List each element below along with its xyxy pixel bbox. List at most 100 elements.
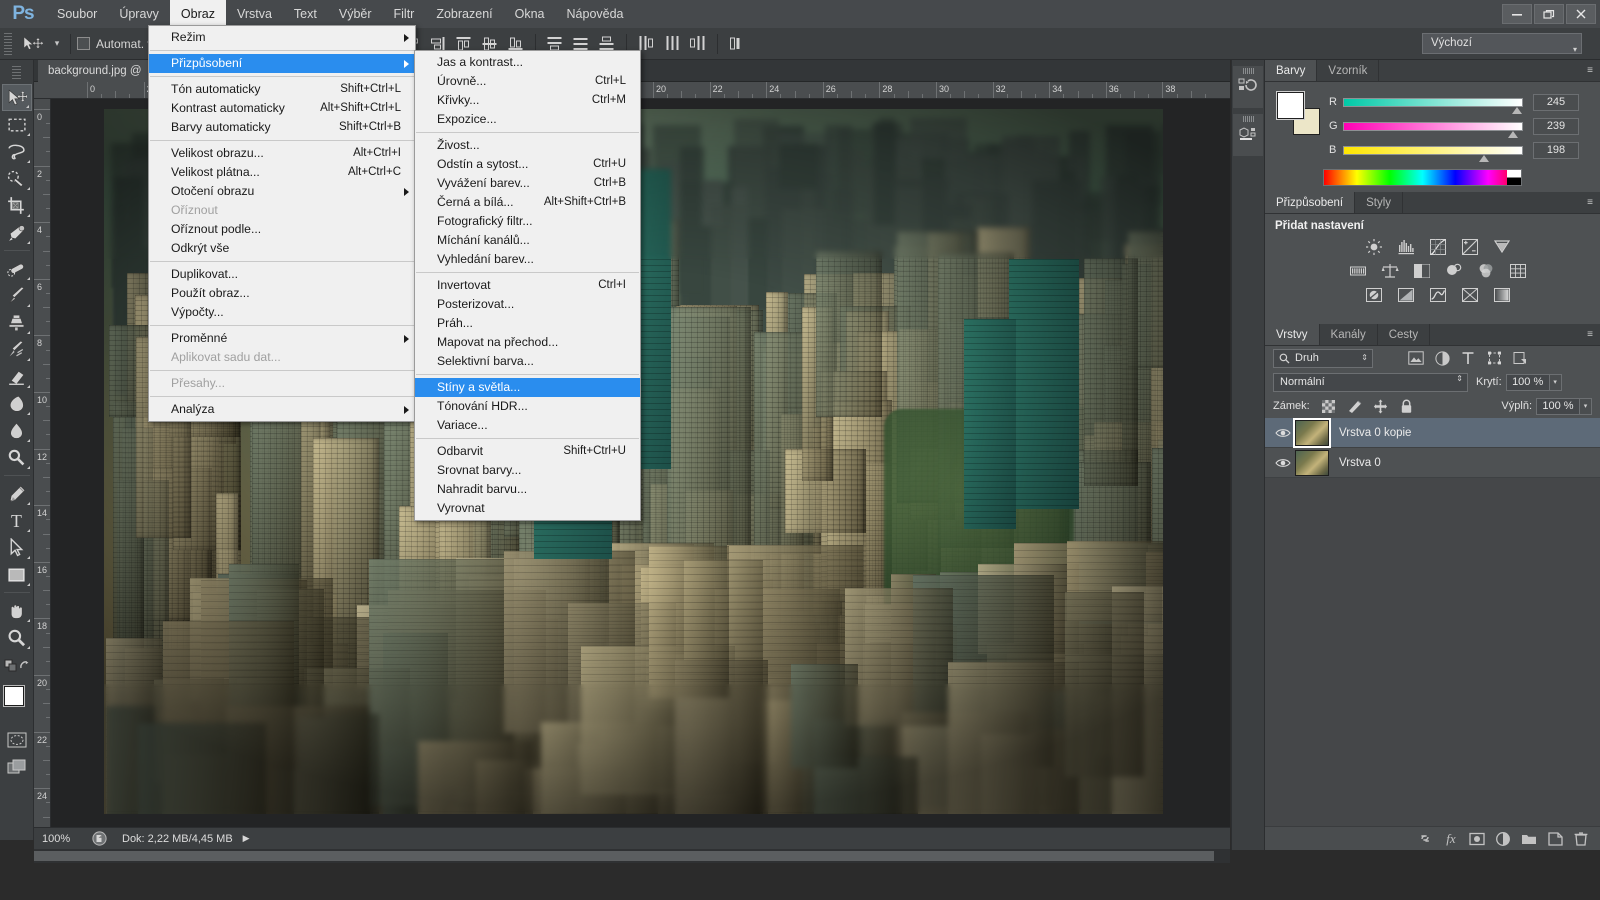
- document-tab[interactable]: background.jpg @: [38, 60, 153, 82]
- lock-image-pixels-icon[interactable]: [1342, 396, 1368, 416]
- restore-button[interactable]: [1534, 4, 1564, 24]
- path-selection-tool[interactable]: [2, 534, 32, 561]
- menu-obraz-item-oto-en-obrazu[interactable]: Otočení obrazu: [149, 182, 415, 201]
- layer-visibility-eye-icon[interactable]: [1271, 457, 1295, 469]
- menu-prizp-item-ern-a-b-l[interactable]: Černá a bílá... Alt+Shift+Ctrl+B: [415, 193, 640, 212]
- color-slider-track[interactable]: [1343, 97, 1523, 114]
- black-white-icon[interactable]: [1411, 262, 1433, 280]
- lasso-tool[interactable]: [2, 138, 32, 165]
- document-preview-icon[interactable]: [86, 831, 112, 846]
- menu-obraz-dropdown[interactable]: Režim Přizpůsobení Tón automaticky Shift+Ct…: [148, 25, 416, 422]
- auto-select-checkbox[interactable]: [77, 37, 90, 50]
- color-spectrum-bar[interactable]: [1323, 169, 1522, 186]
- horizontal-scrollbar[interactable]: [34, 849, 1230, 863]
- photo-filter-icon[interactable]: [1443, 262, 1465, 280]
- blur-tool[interactable]: [2, 417, 32, 444]
- tab-vzornk[interactable]: Vzorník: [1317, 60, 1380, 81]
- panel-menu-icon[interactable]: ≡: [1580, 192, 1600, 213]
- up-down-spinner-icon[interactable]: ⇕: [1456, 374, 1463, 383]
- menu-bar[interactable]: Soubor Úpravy Obraz Vrstva Text Výběr Filtr Zob…: [46, 0, 635, 28]
- menu-obraz-item-anal-za[interactable]: Analýza: [149, 400, 415, 419]
- layer-visibility-eye-icon[interactable]: [1271, 427, 1295, 439]
- levels-icon[interactable]: [1395, 238, 1417, 256]
- color-lookup-icon[interactable]: [1507, 262, 1529, 280]
- menu-prizp-item-vyrovnat[interactable]: Vyrovnat: [415, 499, 640, 518]
- menu-prizp-item-invertovat[interactable]: Invertovat Ctrl+I: [415, 276, 640, 295]
- menu-item-okna[interactable]: Okna: [504, 0, 556, 28]
- menu-obraz-item-o-znout-podle[interactable]: Oříznout podle...: [149, 220, 415, 239]
- menu-obraz-item-odkr-t-v-e[interactable]: Odkrýt vše: [149, 239, 415, 258]
- menu-obraz-item-p-izp-soben[interactable]: Přizpůsobení: [149, 54, 415, 73]
- posterize-icon[interactable]: [1395, 286, 1417, 304]
- zoom-level[interactable]: 100%: [34, 833, 86, 845]
- clone-stamp-tool[interactable]: [2, 309, 32, 336]
- menu-obraz-item-velikost-pl-tna[interactable]: Velikost plátna... Alt+Ctrl+C: [149, 163, 415, 182]
- layer-name[interactable]: Vrstva 0 kopie: [1339, 427, 1411, 439]
- menu-prizp-item-nahradit-barvu[interactable]: Nahradit barvu...: [415, 480, 640, 499]
- screen-mode-button[interactable]: [2, 753, 32, 780]
- menu-prizp-item-odst-n-a-sytost[interactable]: Odstín a sytost... Ctrl+U: [415, 155, 640, 174]
- toolbox-grip[interactable]: [12, 66, 21, 80]
- color-slider-thumb[interactable]: [1508, 130, 1519, 138]
- gradient-map-icon[interactable]: [1459, 286, 1481, 304]
- menu-prizpusobeni-submenu[interactable]: Jas a kontrast... Úrovně... Ctrl+L Křivky..…: [414, 50, 641, 521]
- new-group-icon[interactable]: [1516, 828, 1542, 850]
- zoom-tool[interactable]: [2, 624, 32, 651]
- menu-prizp-item-vyhled-n-barev[interactable]: Vyhledání barev...: [415, 250, 640, 269]
- channel-mixer-icon[interactable]: [1475, 262, 1497, 280]
- menu-item-zobrazen[interactable]: Zobrazení: [425, 0, 503, 28]
- menu-obraz-item-barvy-automaticky[interactable]: Barvy automaticky Shift+Ctrl+B: [149, 118, 415, 137]
- lock-transparent-pixels-icon[interactable]: [1316, 396, 1342, 416]
- distribute-right-icon[interactable]: [687, 33, 709, 55]
- color-channel-value[interactable]: 239: [1533, 117, 1579, 135]
- status-expand-arrow-icon[interactable]: ▶: [243, 833, 250, 844]
- opacity-stepper[interactable]: ▾: [1549, 373, 1562, 391]
- menu-prizp-item-mapovat-na-p-echod[interactable]: Mapovat na přechod...: [415, 333, 640, 352]
- menu-item-soubor[interactable]: Soubor: [46, 0, 108, 28]
- menu-prizp-item-srovnat-barvy[interactable]: Srovnat barvy...: [415, 461, 640, 480]
- rectangle-tool[interactable]: [2, 561, 32, 588]
- filter-shape-icon[interactable]: [1481, 348, 1507, 368]
- tab-styly[interactable]: Styly: [1355, 192, 1404, 213]
- up-down-spinner-icon[interactable]: ⇕: [1361, 354, 1368, 362]
- menu-item-npovda[interactable]: Nápověda: [556, 0, 635, 28]
- color-slider-thumb[interactable]: [1479, 154, 1490, 162]
- filter-type-icon[interactable]: [1455, 348, 1481, 368]
- type-tool[interactable]: T: [2, 507, 32, 534]
- color-balance-icon[interactable]: [1379, 262, 1401, 280]
- tab-kanly[interactable]: Kanály: [1319, 324, 1378, 345]
- filter-smart-object-icon[interactable]: [1507, 348, 1533, 368]
- menu-prizp-item-m-ch-n-kan-l[interactable]: Míchání kanálů...: [415, 231, 640, 250]
- options-bar-grip[interactable]: [4, 32, 12, 55]
- layer-style-fx-icon[interactable]: fx: [1438, 828, 1464, 850]
- color-channel-value[interactable]: 245: [1533, 93, 1579, 111]
- workspace-preset-selector[interactable]: Výchozí ▾: [1422, 33, 1582, 54]
- fill-value[interactable]: 100 %: [1536, 397, 1580, 415]
- crop-tool[interactable]: [2, 192, 32, 219]
- layer-row[interactable]: Vrstva 0: [1265, 448, 1600, 478]
- brush-tool[interactable]: [2, 282, 32, 309]
- menu-obraz-item-velikost-obrazu[interactable]: Velikost obrazu... Alt+Ctrl+I: [149, 144, 415, 163]
- spectrum-white-black-ends[interactable]: [1507, 170, 1521, 185]
- move-tool[interactable]: [1, 84, 32, 111]
- hand-tool[interactable]: [2, 597, 32, 624]
- menu-prizp-item-rovn[interactable]: Úrovně... Ctrl+L: [415, 72, 640, 91]
- layer-thumbnail[interactable]: [1295, 449, 1329, 476]
- curves-icon[interactable]: [1427, 238, 1449, 256]
- tab-barvy[interactable]: Barvy: [1265, 60, 1318, 81]
- menu-obraz-item-kontrast-automaticky[interactable]: Kontrast automaticky Alt+Shift+Ctrl+L: [149, 99, 415, 118]
- lock-position-icon[interactable]: [1368, 396, 1394, 416]
- rectangular-marquee-tool[interactable]: [2, 111, 32, 138]
- menu-item-vrstva[interactable]: Vrstva: [226, 0, 283, 28]
- menu-prizp-item-jas-a-kontrast[interactable]: Jas a kontrast...: [415, 53, 640, 72]
- filter-adjustment-icon[interactable]: [1429, 348, 1455, 368]
- minimize-button[interactable]: [1502, 4, 1532, 24]
- vibrance-icon[interactable]: [1491, 238, 1513, 256]
- filter-pixel-icon[interactable]: [1403, 348, 1429, 368]
- quick-selection-tool[interactable]: [2, 165, 32, 192]
- layer-thumbnail[interactable]: [1293, 417, 1331, 448]
- menu-prizp-item-pr-h[interactable]: Práh...: [415, 314, 640, 333]
- menu-prizp-item-st-ny-a-sv-tla[interactable]: Stíny a světla...: [415, 378, 640, 397]
- threshold-icon[interactable]: [1427, 286, 1449, 304]
- add-layer-mask-icon[interactable]: [1464, 828, 1490, 850]
